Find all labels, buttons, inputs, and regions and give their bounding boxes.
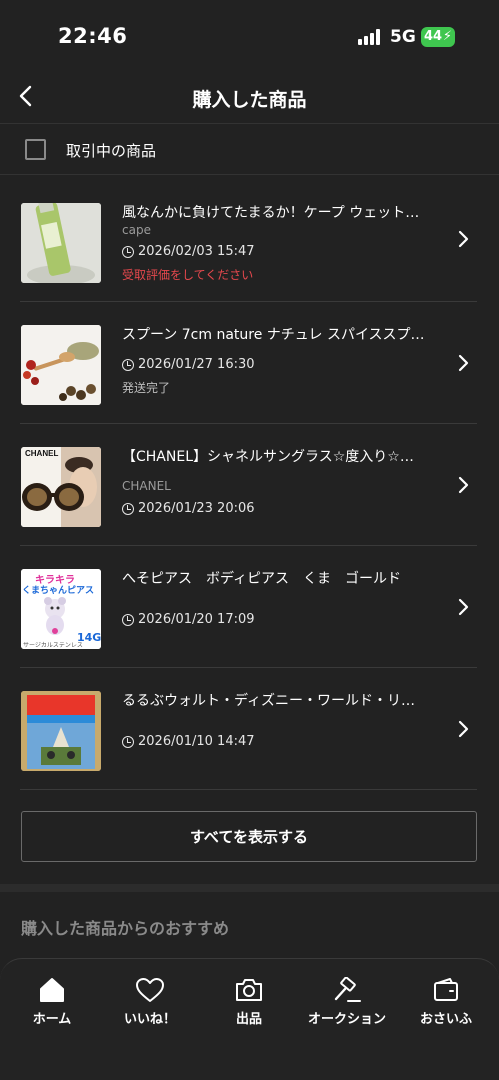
camera-icon (236, 979, 262, 1001)
tab-label: 出品 (235, 1012, 262, 1027)
tab-wallet[interactable]: おさいふ (401, 977, 491, 1037)
item-date: 2026/01/23 20:06 (122, 501, 255, 516)
item-title: るるぶウォルト・ディズニー・ワールド・リ… (122, 693, 416, 709)
tab-sell[interactable]: 出品 (204, 977, 294, 1037)
item-thumbnail (21, 691, 101, 771)
clock-icon (122, 735, 134, 748)
signal-icon (358, 29, 384, 45)
show-all-button[interactable]: すべてを表示する (21, 811, 477, 862)
item-thumbnail: CHANEL (21, 447, 101, 527)
item-brand: CHANEL (122, 479, 171, 493)
page-title: 購入した商品 (192, 89, 307, 111)
clock-icon (122, 245, 134, 258)
status-bar: 22:46 5G 44 ⚡ (0, 0, 499, 70)
thumb-text-bottom: サージカルステンレス (23, 642, 83, 649)
item-date: 2026/01/27 16:30 (122, 357, 255, 372)
brand-logo: CHANEL (25, 449, 59, 458)
in-progress-checkbox[interactable] (25, 139, 46, 160)
wallet-icon (434, 978, 458, 1001)
header: 購入した商品 (0, 70, 499, 124)
item-title: へそピアス ボディピアス くま ゴールド (122, 571, 402, 587)
tab-label: ホーム (32, 1012, 72, 1027)
divider (20, 789, 477, 790)
list-item[interactable]: るるぶウォルト・ディズニー・ワールド・リ… 2026/01/10 14:47 (0, 668, 499, 790)
heart-icon (136, 978, 164, 1002)
filter-row[interactable]: 取引中の商品 (0, 125, 499, 175)
tab-home[interactable]: ホーム (7, 977, 97, 1037)
item-title: 風なんかに負けてたまるか！ケープ ウェット… (122, 205, 420, 221)
item-date: 2026/02/03 15:47 (122, 244, 255, 259)
item-brand: cape (122, 223, 151, 237)
filter-label: 取引中の商品 (66, 142, 157, 160)
battery-level: 44 (424, 29, 443, 44)
tab-likes[interactable]: いいね！ (105, 977, 195, 1037)
thumb-text-mid: くまちゃんピアス (22, 586, 95, 596)
item-thumbnail (21, 325, 101, 405)
home-icon (40, 978, 64, 1002)
chevron-right-icon (458, 476, 469, 494)
list-item[interactable]: キラキラ くまちゃんピアス 14G サージカルステンレス へそピアス ボディピア… (0, 546, 499, 668)
gavel-icon (334, 977, 361, 1002)
tab-auction[interactable]: オークション (300, 977, 394, 1037)
item-date: 2026/01/20 17:09 (122, 612, 255, 627)
status-time: 22:46 (58, 24, 128, 48)
recommendation-title: 購入した商品からのおすすめ (21, 919, 230, 938)
clock-icon (122, 613, 134, 626)
item-title: スプーン 7cm nature ナチュレ スパイススプ… (122, 327, 425, 343)
chevron-right-icon (458, 598, 469, 616)
item-status: 受取評価をしてください (122, 268, 254, 282)
list-item[interactable]: スプーン 7cm nature ナチュレ スパイススプ… 2026/01/27 … (0, 302, 499, 424)
chevron-right-icon (458, 230, 469, 248)
clock-icon (122, 358, 134, 371)
item-date: 2026/01/10 14:47 (122, 734, 255, 749)
item-title: 【CHANEL】シャネルサングラス☆度入り☆… (122, 449, 414, 465)
chevron-right-icon (458, 354, 469, 372)
tab-bar: ホーム いいね！ 出品 オークション おさいふ (0, 958, 499, 1080)
battery-icon: 44 ⚡ (421, 27, 455, 47)
chevron-right-icon (458, 720, 469, 738)
tab-label: いいね！ (123, 1012, 176, 1027)
tab-label: オークション (307, 1012, 386, 1027)
list-item[interactable]: 風なんかに負けてたまるか！ケープ ウェット… cape 2026/02/03 1… (0, 180, 499, 302)
tab-label: おさいふ (419, 1012, 472, 1027)
network-type: 5G (390, 27, 416, 47)
list-item[interactable]: CHANEL 【CHANEL】シャネルサングラス☆度入り☆… CHANEL 20… (0, 424, 499, 546)
section-divider (0, 884, 499, 892)
clock-icon (122, 502, 134, 515)
item-thumbnail (21, 203, 101, 283)
item-thumbnail: キラキラ くまちゃんピアス 14G サージカルステンレス (21, 569, 101, 649)
item-status: 発送完了 (122, 381, 171, 395)
